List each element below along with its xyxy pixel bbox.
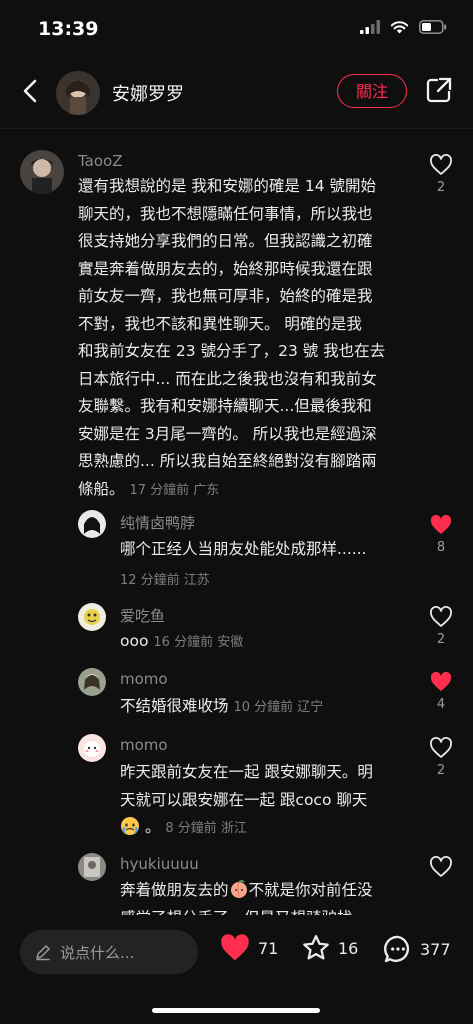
heart-filled-icon (221, 934, 249, 961)
post-favorite-button[interactable]: 16 (300, 933, 358, 963)
commenter-name[interactable]: 爱吃鱼 (120, 605, 165, 626)
comment-meta: 8 分鐘前 浙江 (165, 821, 247, 836)
pencil-icon (36, 945, 50, 961)
commenter-name[interactable]: momo (120, 670, 168, 688)
comment-line: 安娜是在 3月尾一齊的。 所以我也是經過深 (78, 424, 377, 443)
commenter-name[interactable]: momo (120, 736, 168, 754)
comment-meta: 16 分鐘前 安徽 (153, 635, 244, 650)
commenter-avatar[interactable] (78, 510, 106, 538)
share-icon[interactable] (425, 76, 453, 104)
comment-line: 前女友一齊，我也無可厚非，始終的確是我 (78, 287, 373, 305)
heart-outline-icon[interactable] (429, 154, 453, 176)
header-divider (0, 128, 473, 129)
commenter-avatar[interactable] (78, 603, 106, 631)
status-icons (360, 20, 447, 34)
follow-button[interactable]: 關注 (337, 74, 407, 108)
comment-line: 實是奔着做朋友去的，始終那時候我還在跟 (78, 259, 373, 278)
commenter-avatar[interactable] (20, 150, 64, 194)
commenter-name[interactable]: TaooZ (78, 152, 123, 170)
commenter-avatar[interactable] (78, 853, 106, 881)
comment-line: 條船。 (78, 479, 125, 498)
comment-body: ooo (120, 632, 149, 650)
comment-body: 不结婚很难收场 (120, 697, 229, 715)
status-bar: 13:39 (0, 0, 473, 60)
like-count: 8 (436, 540, 446, 555)
author-name[interactable]: 安娜罗罗 (112, 80, 184, 106)
bottom-bar: 说点什么... 71 16 377 (0, 915, 473, 1024)
comment-text[interactable]: 昨天跟前女友在一起 跟安娜聊天。明 天就可以跟安娜在一起 跟coco 聊天 。 … (120, 759, 420, 843)
status-time: 13:39 (38, 18, 99, 40)
like-count: 2 (436, 632, 446, 647)
heart-filled-icon[interactable] (429, 671, 453, 693)
commenter-name[interactable]: hyukiuuuu (120, 855, 199, 873)
commenter-name[interactable]: 纯情卤鸭脖 (120, 512, 195, 533)
like-count: 2 (436, 763, 446, 778)
post-comment-button[interactable]: 377 (382, 933, 451, 965)
comment-line: 很支持她分享我們的日常。但我認識之初確 (78, 232, 373, 250)
post-comment-count: 377 (420, 939, 451, 959)
comment-line: 思熟慮的... 所以我自始至終絕對沒有腳踏兩 (78, 452, 377, 470)
comment-line: 天就可以跟安娜在一起 跟coco 聊天 (120, 790, 368, 809)
commenter-avatar[interactable] (78, 668, 106, 696)
heart-filled-icon[interactable] (429, 514, 453, 536)
star-outline-icon (303, 935, 329, 960)
top-bar: 安娜罗罗 關注 (0, 62, 473, 124)
comment-bubble-icon (384, 935, 410, 963)
post-like-button[interactable]: 71 (218, 933, 278, 963)
comment-meta: 17 分鐘前 广东 (129, 482, 220, 498)
comment-line: 友聯繫。我有和安娜持續聊天...但最後我和 (78, 397, 372, 415)
like-count: 2 (436, 180, 446, 195)
comment-line: 日本旅行中... 而在此之後我也沒有和我前女 (78, 369, 377, 388)
heart-outline-icon[interactable] (429, 737, 453, 759)
battery-icon (419, 20, 447, 34)
comment-line: 奔着做朋友去的 (120, 881, 229, 899)
home-indicator[interactable] (152, 1008, 320, 1013)
heart-outline-icon[interactable] (429, 606, 453, 628)
comment-input-placeholder: 说点什么... (60, 944, 135, 962)
comment-line: 不就是你对前任没 (248, 881, 373, 899)
comment-text[interactable]: ooo 16 分鐘前 安徽 (120, 628, 243, 657)
wifi-icon (390, 21, 409, 34)
heart-outline-icon[interactable] (429, 856, 453, 878)
commenter-avatar[interactable] (78, 734, 106, 762)
post-like-count: 71 (258, 938, 279, 958)
comment-line: 昨天跟前女友在一起 跟安娜聊天。明 (120, 763, 373, 781)
author-avatar[interactable] (56, 71, 100, 115)
comment-meta: 10 分鐘前 辽宁 (233, 700, 324, 715)
comment-line: 不對，我也不該和異性聊天。 明確的是我 (78, 314, 362, 333)
peach-emoji-icon (230, 880, 247, 898)
comment-text[interactable]: 還有我想說的是 我和安娜的確是 14 號開始 聊天的，我也不想隱瞞任何事情，所以… (78, 173, 428, 504)
back-arrow-icon[interactable] (18, 76, 44, 106)
post-favorite-count: 16 (338, 938, 359, 958)
comment-line: 還有我想說的是 我和安娜的確是 14 號開始 (78, 177, 377, 195)
cellular-signal-icon (360, 20, 380, 34)
comment-meta: 12 分鐘前 江苏 (120, 573, 210, 588)
comment-text[interactable]: 不结婚很难收场 10 分鐘前 辽宁 (120, 693, 323, 722)
crying-emoji-icon (121, 817, 139, 835)
comment-line: 聊天的，我也不想隱瞞任何事情，所以我也 (78, 204, 373, 223)
like-count: 4 (436, 697, 446, 712)
comment-input[interactable]: 说点什么... (20, 930, 198, 974)
author-avatar-image (56, 71, 100, 115)
comment-line: 和我前女友在 23 號分手了，23 號 我也在去 (78, 342, 386, 360)
comment-text[interactable]: 哪个正经人当朋友处能处成那样...... (120, 536, 367, 564)
